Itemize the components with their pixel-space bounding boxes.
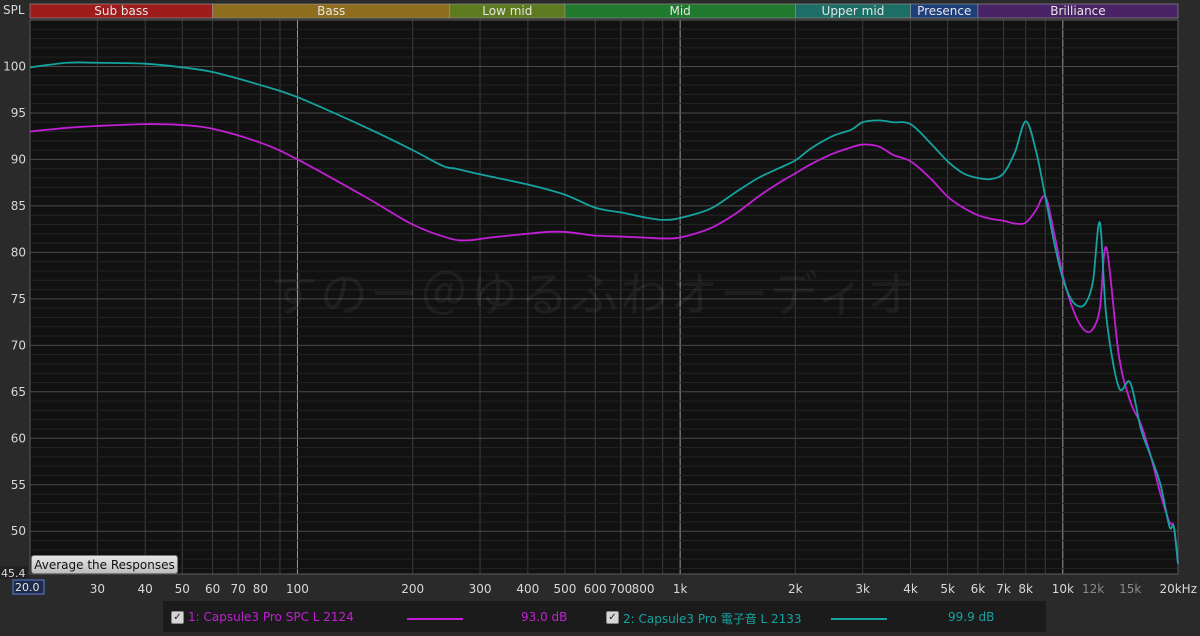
band-label-1: Bass: [317, 4, 345, 18]
average-responses-button[interactable]: Average the Responses: [31, 555, 178, 574]
band-label-3: Mid: [669, 4, 690, 18]
x-tick-label-13: 800: [632, 582, 655, 596]
x-tick-label-9: 400: [516, 582, 539, 596]
x-tick-label-20: 7k: [996, 582, 1011, 596]
x-tick-label-15: 2k: [788, 582, 803, 596]
legend-level-1: 93.0 dB: [521, 610, 568, 624]
y-tick-label-10: 100: [3, 59, 26, 73]
x-tick-label-14: 1k: [673, 582, 688, 596]
y-tick-label-0: 50: [11, 524, 26, 538]
x-tick-label-23: 12k: [1082, 582, 1104, 596]
x-tick-label-2: 50: [175, 582, 190, 596]
legend-bar: ✓ 1: Capsule3 Pro SPC L 2124 93.0 dB ✓ 2…: [163, 601, 1046, 632]
y-tick-label-5: 75: [11, 292, 26, 306]
band-label-6: Brilliance: [1050, 4, 1105, 18]
y-tick-label-1: 55: [11, 478, 26, 492]
y-tick-label-7: 85: [11, 199, 26, 213]
plot-background: [30, 20, 1178, 574]
frequency-response-chart: Sub bass Bass Low mid Mid Upper mid Presence B…: [0, 0, 1200, 632]
x-tick-label-5: 80: [253, 582, 268, 596]
x-tick-label-22: 10k: [1052, 582, 1074, 596]
x-tick-labels: 30 40 50 60 70 80 100 200 300 400 500 600 700 800 1k 2k…: [90, 582, 1197, 596]
x-tick-label-8: 300: [469, 582, 492, 596]
y-tick-label-9: 95: [11, 106, 26, 120]
x-tick-label-4: 70: [231, 582, 246, 596]
y-tick-label-6: 80: [11, 245, 26, 259]
x-tick-label-6: 100: [286, 582, 309, 596]
x-tick-label-11: 600: [584, 582, 607, 596]
y-axis-label: SPL: [3, 3, 25, 17]
y-tick-label-8: 90: [11, 152, 26, 166]
y-tick-label-2: 60: [11, 431, 26, 445]
legend-label-2: 2: Capsule3 Pro 電子音 L 2133: [623, 612, 802, 626]
y-min-label: 45.4: [1, 567, 26, 580]
x-tick-label-3: 60: [205, 582, 220, 596]
x-tick-label-18: 5k: [940, 582, 955, 596]
frequency-band-bar: Sub bass Bass Low mid Mid Upper mid Presence B…: [29, 3, 1179, 19]
x-tick-label-16: 3k: [855, 582, 870, 596]
x-tick-label-25: 20kHz: [1159, 582, 1197, 596]
y-tick-label-4: 70: [11, 338, 26, 352]
legend-checkbox-1[interactable]: ✓: [171, 611, 184, 624]
band-label-0: Sub bass: [94, 4, 148, 18]
x-tick-label-21: 8k: [1018, 582, 1033, 596]
x-tick-label-17: 4k: [903, 582, 918, 596]
x-tick-label-19: 6k: [971, 582, 986, 596]
legend-level-2: 99.9 dB: [948, 610, 995, 624]
legend-checkbox-2[interactable]: ✓: [606, 611, 619, 624]
x-tick-label-24: 15k: [1119, 582, 1141, 596]
band-label-5: Presence: [917, 4, 971, 18]
x-tick-label-0: 30: [90, 582, 105, 596]
x-tick-label-10: 500: [553, 582, 576, 596]
band-label-4: Upper mid: [822, 4, 885, 18]
x-min-label[interactable]: 20.0: [15, 581, 40, 594]
x-tick-label-7: 200: [401, 582, 424, 596]
legend-swatch-2: [831, 618, 887, 620]
band-label-2: Low mid: [482, 4, 532, 18]
legend-label-1: 1: Capsule3 Pro SPC L 2124: [188, 610, 354, 624]
x-tick-label-12: 700: [609, 582, 632, 596]
legend-swatch-1: [407, 618, 463, 620]
frequency-response-view: Sub bass Bass Low mid Mid Upper mid Presence B…: [0, 0, 1200, 632]
x-tick-label-1: 40: [138, 582, 153, 596]
y-tick-label-3: 65: [11, 385, 26, 399]
